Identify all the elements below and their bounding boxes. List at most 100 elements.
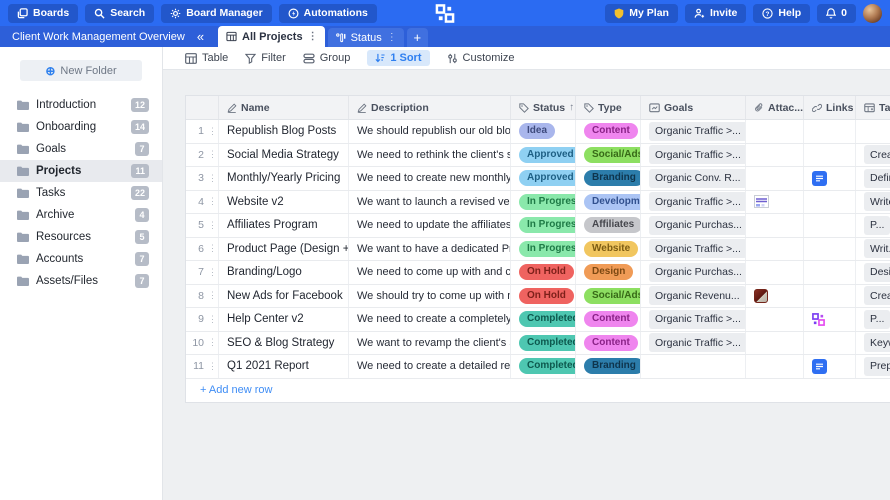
notifications-button[interactable]: 0 <box>817 4 856 23</box>
type-cell[interactable]: Website <box>576 238 641 261</box>
attachments-cell[interactable] <box>746 355 804 378</box>
customize-button[interactable]: Customize <box>447 52 515 64</box>
sidebar-item-goals[interactable]: Goals7 <box>0 138 162 160</box>
sidebar-item-archive[interactable]: Archive4 <box>0 204 162 226</box>
name-cell[interactable]: SEO & Blog Strategy <box>219 332 349 355</box>
links-cell[interactable] <box>804 144 856 167</box>
tasks-cell[interactable]: Create... <box>856 144 890 167</box>
links-cell[interactable] <box>804 238 856 261</box>
filter-button[interactable]: Filter <box>245 52 285 64</box>
name-cell[interactable]: Product Page (Design + Dev) <box>219 238 349 261</box>
sidebar-item-introduction[interactable]: Introduction12 <box>0 94 162 116</box>
sidebar-item-onboarding[interactable]: Onboarding14 <box>0 116 162 138</box>
tasks-cell[interactable]: Keyw... <box>856 332 890 355</box>
sidebar-item-accounts[interactable]: Accounts7 <box>0 248 162 270</box>
row-drag-handle-icon[interactable]: ⋮ <box>208 290 216 301</box>
column-header-goals[interactable]: Goals <box>641 96 746 119</box>
invite-button[interactable]: Invite <box>685 4 746 23</box>
attachments-cell[interactable] <box>746 191 804 214</box>
links-cell[interactable] <box>804 191 856 214</box>
attachments-cell[interactable] <box>746 120 804 143</box>
row-drag-handle-icon[interactable]: ⋮ <box>208 126 216 137</box>
status-cell[interactable]: Approved <box>511 167 576 190</box>
links-cell[interactable] <box>804 214 856 237</box>
name-cell[interactable]: Branding/Logo <box>219 261 349 284</box>
tab-all-projects[interactable]: All Projects ⋮ <box>218 26 325 47</box>
status-cell[interactable]: Completed <box>511 308 576 331</box>
tasks-cell[interactable]: P... <box>856 308 890 331</box>
column-header-tasks[interactable]: Tasks <box>856 96 890 119</box>
goals-cell[interactable]: Organic Traffic >... <box>641 308 746 331</box>
description-cell[interactable]: We want to launch a revised version of <box>349 191 511 214</box>
collapse-sidebar-icon[interactable]: « <box>193 30 218 47</box>
column-header-description[interactable]: Description <box>349 96 511 119</box>
goals-cell[interactable]: Organic Traffic >... <box>641 191 746 214</box>
attachments-cell[interactable] <box>746 167 804 190</box>
type-cell[interactable]: Content <box>576 120 641 143</box>
row-drag-handle-icon[interactable]: ⋮ <box>208 220 216 231</box>
tasks-cell[interactable]: Crea... <box>856 285 890 308</box>
type-cell[interactable]: Social/Ads <box>576 144 641 167</box>
description-cell[interactable]: We want to revamp the client's SEO and <box>349 332 511 355</box>
description-cell[interactable]: We should republish our old blog posts <box>349 120 511 143</box>
tasks-cell[interactable]: Prep... <box>856 355 890 378</box>
goals-cell[interactable]: Organic Traffic >... <box>641 332 746 355</box>
type-cell[interactable]: Branding <box>576 167 641 190</box>
row-drag-handle-icon[interactable]: ⋮ <box>208 173 216 184</box>
description-cell[interactable]: We want to have a dedicated Product P <box>349 238 511 261</box>
goals-cell[interactable]: Organic Traffic >... <box>641 144 746 167</box>
user-avatar[interactable] <box>863 4 882 23</box>
name-cell[interactable]: Website v2 <box>219 191 349 214</box>
column-header-links[interactable]: Links <box>804 96 856 119</box>
links-cell[interactable] <box>804 167 856 190</box>
links-cell[interactable] <box>804 355 856 378</box>
row-drag-handle-icon[interactable]: ⋮ <box>208 196 216 207</box>
type-cell[interactable]: Development <box>576 191 641 214</box>
description-cell[interactable]: We need to come up with and create a <box>349 261 511 284</box>
status-cell[interactable]: On Hold <box>511 261 576 284</box>
tab-status[interactable]: Status ⋮ <box>328 28 404 47</box>
status-cell[interactable]: In Progress <box>511 214 576 237</box>
tasks-cell[interactable]: Design... <box>856 261 890 284</box>
attachments-cell[interactable] <box>746 308 804 331</box>
row-drag-handle-icon[interactable]: ⋮ <box>208 337 216 348</box>
links-cell[interactable] <box>804 261 856 284</box>
type-cell[interactable]: Design <box>576 261 641 284</box>
row-drag-handle-icon[interactable]: ⋮ <box>208 243 216 254</box>
description-cell[interactable]: We need to rethink the client's social m <box>349 144 511 167</box>
name-cell[interactable]: Help Center v2 <box>219 308 349 331</box>
stackby-logo[interactable] <box>436 4 455 23</box>
attachments-cell[interactable] <box>746 214 804 237</box>
links-cell[interactable] <box>804 120 856 143</box>
goals-cell[interactable]: Organic Purchas... <box>641 214 746 237</box>
new-folder-button[interactable]: ⊕ New Folder <box>20 60 142 81</box>
name-cell[interactable]: New Ads for Facebook <box>219 285 349 308</box>
row-drag-handle-icon[interactable]: ⋮ <box>208 267 216 278</box>
goals-cell[interactable] <box>641 355 746 378</box>
goals-cell[interactable]: Organic Purchas... <box>641 261 746 284</box>
my-plan-button[interactable]: My Plan <box>605 4 678 23</box>
description-cell[interactable]: We need to update the affiliates progra <box>349 214 511 237</box>
sidebar-item-resources[interactable]: Resources5 <box>0 226 162 248</box>
description-cell[interactable]: We need to create a completely new He <box>349 308 511 331</box>
name-cell[interactable]: Q1 2021 Report <box>219 355 349 378</box>
type-cell[interactable]: Content <box>576 308 641 331</box>
table-view-button[interactable]: Table <box>185 52 228 64</box>
description-cell[interactable]: We need to create new monthly/yearly p <box>349 167 511 190</box>
board-manager-button[interactable]: Board Manager <box>161 4 271 23</box>
name-cell[interactable]: Monthly/Yearly Pricing <box>219 167 349 190</box>
status-cell[interactable]: On Hold <box>511 285 576 308</box>
row-drag-handle-icon[interactable]: ⋮ <box>208 361 216 372</box>
attachments-cell[interactable] <box>746 285 804 308</box>
column-header-name[interactable]: Name <box>219 96 349 119</box>
sort-button[interactable]: 1 Sort <box>367 50 429 66</box>
name-cell[interactable]: Republish Blog Posts <box>219 120 349 143</box>
sidebar-item-assets-files[interactable]: Assets/Files7 <box>0 270 162 292</box>
column-header-type[interactable]: Type <box>576 96 641 119</box>
name-cell[interactable]: Social Media Strategy <box>219 144 349 167</box>
links-cell[interactable] <box>804 285 856 308</box>
attachments-cell[interactable] <box>746 238 804 261</box>
attachments-cell[interactable] <box>746 144 804 167</box>
type-cell[interactable]: Social/Ads <box>576 285 641 308</box>
status-cell[interactable]: In Progress <box>511 238 576 261</box>
